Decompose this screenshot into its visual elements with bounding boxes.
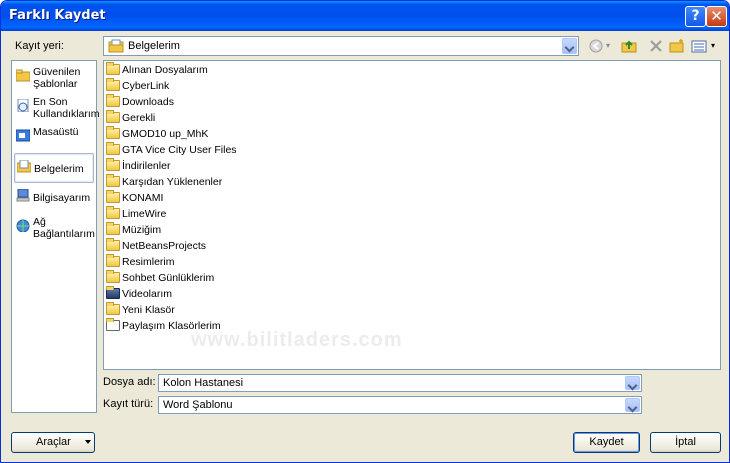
help-button[interactable]: ? bbox=[685, 6, 706, 27]
folder-name: GTA Vice City User Files bbox=[122, 144, 237, 156]
network-places-icon bbox=[16, 219, 30, 232]
save-in-label: Kayıt yeri: bbox=[15, 40, 64, 52]
music-folder-icon bbox=[106, 222, 120, 235]
folder-icon bbox=[106, 126, 120, 139]
pictures-folder-icon bbox=[106, 254, 120, 267]
delete-icon[interactable] bbox=[648, 39, 664, 53]
folder-name: Alınan Dosyalarım bbox=[122, 64, 208, 76]
file-list[interactable]: Alınan Dosyalarım CyberLink Downloads Ge… bbox=[103, 60, 721, 370]
folder-name: Videolarım bbox=[122, 288, 172, 300]
folder-name: CyberLink bbox=[122, 80, 170, 92]
place-my-documents[interactable]: Belgelerim bbox=[14, 153, 94, 183]
places-bar: Güvenilen Şablonlar En Son Kullandıkları… bbox=[11, 60, 100, 413]
chevron-down-icon[interactable] bbox=[625, 398, 640, 412]
chevron-down-icon[interactable] bbox=[562, 38, 577, 54]
filetype-label: Kayıt türü: bbox=[103, 398, 154, 410]
new-folder-icon[interactable] bbox=[669, 39, 685, 53]
save-in-dropdown[interactable]: Belgelerim bbox=[103, 36, 579, 56]
filename-value: Kolon Hastanesi bbox=[163, 377, 244, 389]
place-label: Bilgisayarım bbox=[33, 192, 91, 204]
videos-folder-icon bbox=[106, 286, 120, 299]
folder-icon bbox=[106, 94, 120, 107]
up-folder-icon[interactable] bbox=[621, 39, 637, 53]
folder-name: Gerekli bbox=[122, 112, 156, 124]
folder-name: Resimlerim bbox=[122, 256, 175, 268]
folder-name: NetBeansProjects bbox=[122, 240, 207, 252]
dropdown-arrow-icon bbox=[85, 440, 91, 444]
folder-name: İndirilenler bbox=[122, 160, 171, 172]
place-desktop[interactable]: Masaüstü bbox=[14, 123, 94, 153]
place-my-computer[interactable]: Bilgisayarım bbox=[14, 183, 94, 213]
my-documents-icon bbox=[17, 160, 31, 173]
save-as-dialog: Farklı Kaydet ? ✕ Kayıt yeri: Belgelerim… bbox=[0, 0, 730, 463]
desktop-icon bbox=[16, 129, 30, 142]
folder-name: Yeni Klasör bbox=[122, 304, 175, 316]
tools-button[interactable]: Araçlar bbox=[11, 432, 95, 453]
dialog-title: Farklı Kaydet bbox=[9, 8, 106, 23]
close-button[interactable]: ✕ bbox=[706, 6, 727, 27]
folder-name: Müziğim bbox=[122, 224, 162, 236]
folder-icon bbox=[106, 190, 120, 203]
place-label: Belgelerim bbox=[34, 163, 84, 175]
folder-icon bbox=[106, 174, 120, 187]
shortcut-icon bbox=[106, 318, 120, 331]
back-dropdown-icon[interactable]: ▾ bbox=[606, 41, 610, 50]
folder-name: GMOD10 up_MhK bbox=[122, 128, 209, 140]
tools-label: Araçlar bbox=[36, 436, 71, 448]
folder-name: Downloads bbox=[122, 96, 174, 108]
title-bar[interactable]: Farklı Kaydet ? ✕ bbox=[1, 1, 729, 31]
folder-icon bbox=[106, 78, 120, 91]
folder-icon bbox=[106, 110, 120, 123]
filetype-value: Word Şablonu bbox=[163, 399, 233, 411]
views-dropdown-icon[interactable]: ▾ bbox=[711, 41, 715, 50]
place-label: Masaüstü bbox=[33, 126, 79, 138]
chevron-down-icon[interactable] bbox=[625, 376, 640, 390]
folder-icon bbox=[106, 142, 120, 155]
place-label: En Son Kullandıklarım bbox=[33, 96, 100, 120]
filename-label: Dosya adı: bbox=[103, 376, 156, 388]
place-label: Güvenilen Şablonlar bbox=[33, 66, 81, 90]
place-recent-documents[interactable]: En Son Kullandıklarım bbox=[14, 93, 100, 123]
folder-icon bbox=[106, 62, 120, 75]
place-trusted-templates[interactable]: Güvenilen Şablonlar bbox=[14, 63, 94, 93]
my-computer-icon bbox=[16, 189, 30, 202]
folder-icon bbox=[106, 238, 120, 251]
folder-name: LimeWire bbox=[122, 208, 167, 220]
folder-icon bbox=[106, 206, 120, 219]
folder-name: Sohbet Günlüklerim bbox=[122, 272, 215, 284]
folder-name: Karşıdan Yüklenenler bbox=[122, 176, 223, 188]
my-documents-icon bbox=[108, 39, 124, 53]
trusted-templates-icon bbox=[16, 69, 30, 82]
watermark-text: www.bilitladers.com bbox=[191, 329, 403, 351]
back-icon[interactable] bbox=[588, 39, 604, 53]
folder-icon bbox=[106, 270, 120, 283]
save-button[interactable]: Kaydet bbox=[573, 432, 640, 453]
filetype-select[interactable]: Word Şablonu bbox=[158, 396, 642, 414]
place-network[interactable]: Ağ Bağlantılarım bbox=[14, 213, 95, 243]
folder-name: KONAMI bbox=[122, 192, 164, 204]
recent-documents-icon bbox=[17, 99, 29, 112]
folder-icon bbox=[106, 302, 120, 315]
filename-input[interactable]: Kolon Hastanesi bbox=[158, 374, 642, 392]
views-icon[interactable] bbox=[691, 39, 707, 53]
folder-icon bbox=[106, 158, 120, 171]
save-in-value: Belgelerim bbox=[128, 40, 180, 52]
place-label: Ağ Bağlantılarım bbox=[33, 216, 95, 240]
cancel-button[interactable]: İptal bbox=[650, 432, 721, 453]
